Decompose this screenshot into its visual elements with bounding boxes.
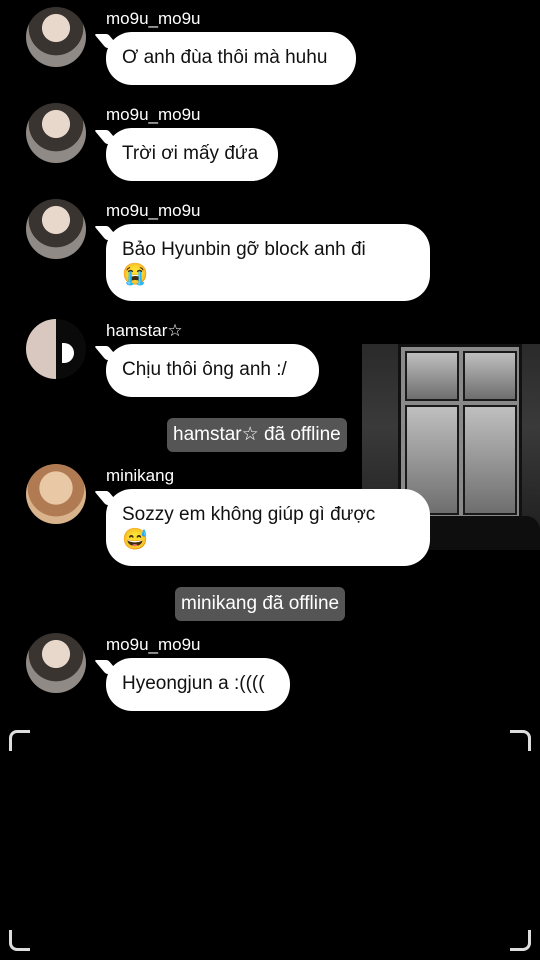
message-text: Hyeongjun a :(((( <box>122 673 265 694</box>
corner-bracket-icon <box>9 730 30 751</box>
avatar[interactable] <box>26 7 86 67</box>
sender-name: mo9u_mo9u <box>106 105 201 124</box>
sweat-smile-emoji-icon: 😅 <box>122 528 149 551</box>
message-bubble[interactable]: Bảo Hyunbin gỡ block anh đi 😭 <box>106 224 430 301</box>
message-text: Ơ anh đùa thôi mà huhu <box>122 47 328 68</box>
avatar[interactable] <box>26 199 86 259</box>
message-text: Trời ơi mấy đứa <box>122 143 259 164</box>
message-bubble[interactable]: Ơ anh đùa thôi mà huhu <box>106 32 356 85</box>
sender-name: mo9u_mo9u <box>106 9 201 28</box>
avatar[interactable] <box>26 633 86 693</box>
sender-name: hamstar☆ <box>106 321 183 340</box>
window-sill-shadow <box>412 516 540 550</box>
avatar[interactable] <box>26 319 86 379</box>
message-text: Chịu thôi ông anh :/ <box>122 359 287 380</box>
avatar[interactable] <box>26 103 86 163</box>
avatar[interactable] <box>26 464 86 524</box>
sender-name: mo9u_mo9u <box>106 635 201 654</box>
message-bubble[interactable]: Trời ơi mấy đứa <box>106 128 278 181</box>
corner-bracket-icon <box>510 730 531 751</box>
crying-face-emoji-icon: 😭 <box>122 263 149 286</box>
message-text: Sozzy em không giúp gì được <box>122 504 376 525</box>
sender-name: minikang <box>106 466 175 485</box>
message-bubble[interactable]: Hyeongjun a :(((( <box>106 658 290 711</box>
offline-notice: hamstar☆ đã offline <box>167 418 347 452</box>
sender-name: mo9u_mo9u <box>106 201 201 220</box>
corner-bracket-icon <box>510 930 531 951</box>
message-bubble[interactable]: Sozzy em không giúp gì được 😅 <box>106 489 430 566</box>
corner-bracket-icon <box>9 930 30 951</box>
offline-notice: minikang đã offline <box>175 587 346 621</box>
message-text: Bảo Hyunbin gỡ block anh đi <box>122 239 366 260</box>
message-bubble[interactable]: Chịu thôi ông anh :/ <box>106 344 319 397</box>
